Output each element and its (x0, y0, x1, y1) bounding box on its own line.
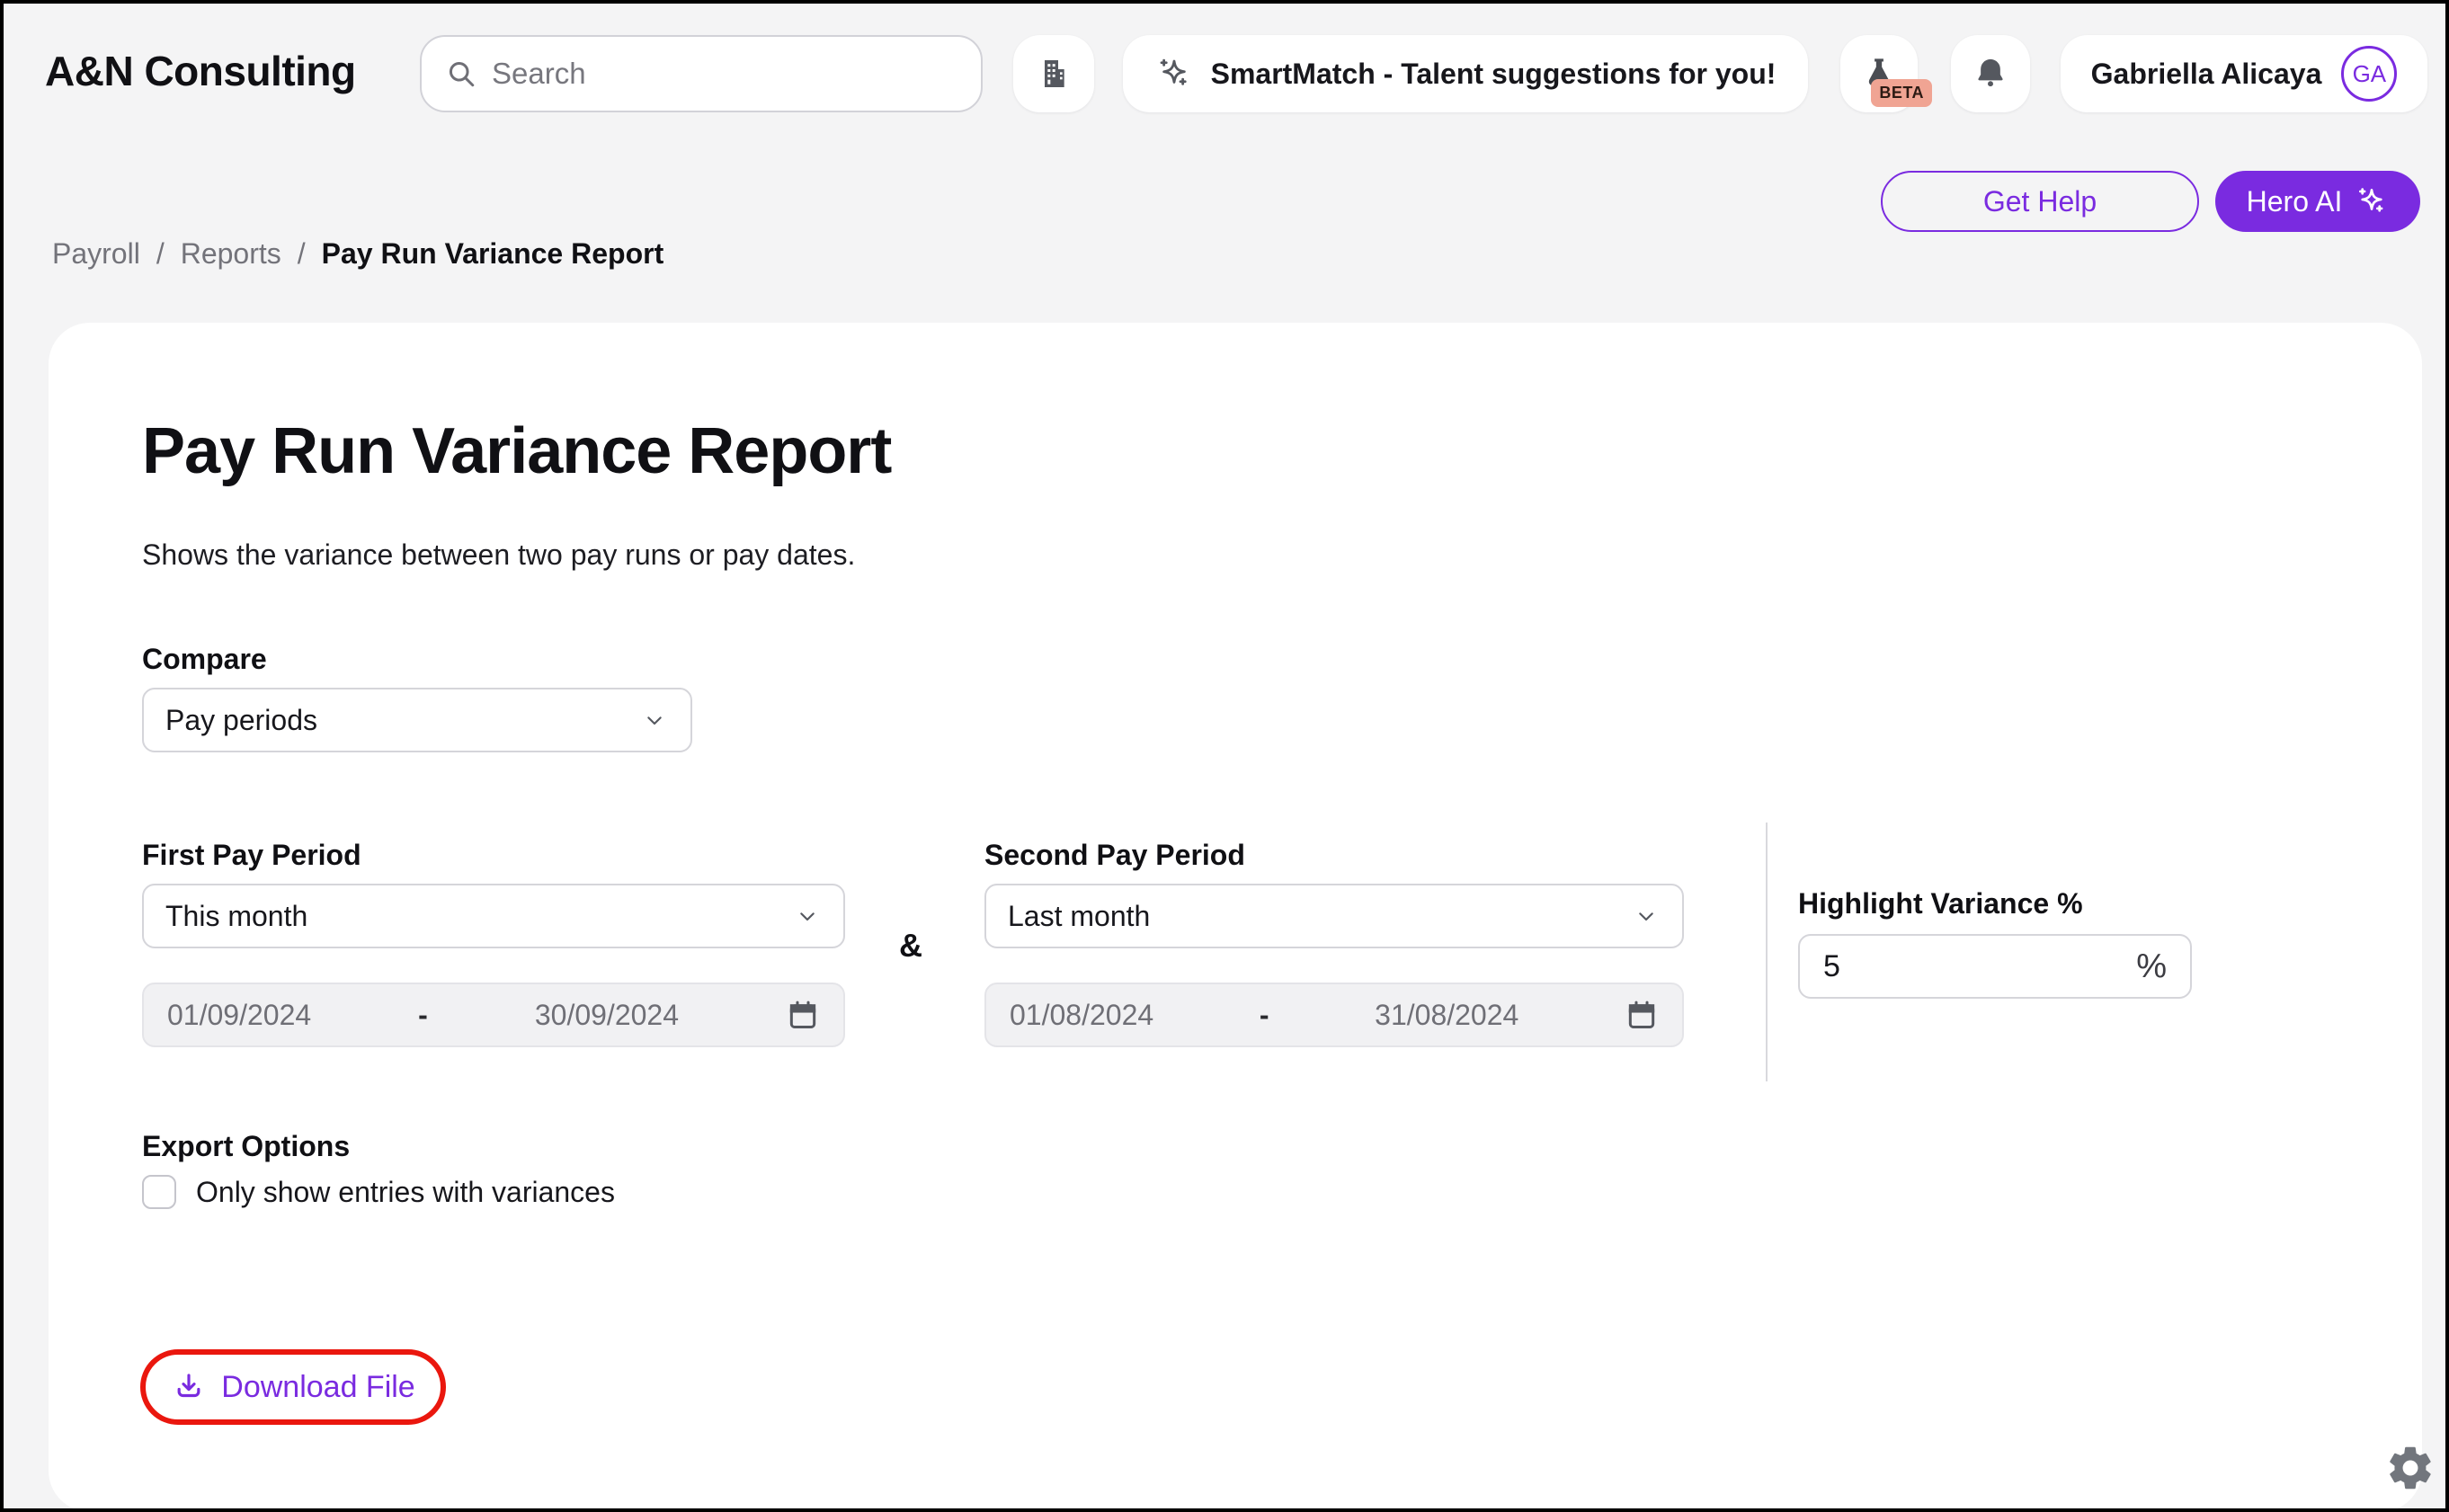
date-range-separator: - (418, 999, 428, 1032)
breadcrumb-separator: / (298, 237, 306, 271)
app-viewport: A&N Consulting (0, 0, 2449, 1512)
chevron-down-icon (640, 706, 669, 734)
first-period-select[interactable]: This month (142, 884, 845, 948)
chevron-down-icon (1632, 902, 1661, 930)
first-period-daterange[interactable]: 01/09/2024 - 30/09/2024 (142, 983, 845, 1047)
get-help-label: Get Help (1983, 185, 2097, 218)
compare-value: Pay periods (165, 704, 640, 737)
download-icon (171, 1369, 207, 1405)
second-period-value: Last month (1008, 900, 1632, 933)
sparkle-icon (1155, 55, 1193, 93)
search-input[interactable] (492, 57, 957, 91)
export-options-label: Export Options (142, 1130, 350, 1163)
smartmatch-banner[interactable]: SmartMatch - Talent suggestions for you! (1123, 35, 1808, 112)
company-logo: A&N Consulting (45, 47, 356, 95)
user-name: Gabriella Alicaya (2091, 58, 2322, 91)
compare-label: Compare (142, 643, 267, 676)
and-joiner: & (899, 927, 922, 965)
notifications-button[interactable] (1951, 35, 2030, 112)
date-range-separator: - (1260, 999, 1269, 1032)
user-menu[interactable]: Gabriella Alicaya GA (2061, 35, 2427, 112)
download-file-button[interactable]: Download File (171, 1369, 414, 1405)
highlight-variance-label: Highlight Variance % (1798, 887, 2083, 921)
sparkle-icon (2355, 184, 2389, 218)
gear-icon (2384, 1442, 2436, 1494)
beta-badge: BETA (1871, 79, 1932, 107)
second-period-daterange[interactable]: 01/08/2024 - 31/08/2024 (984, 983, 1684, 1047)
beta-labs-button[interactable]: BETA (1840, 35, 1918, 112)
annotation-red-ellipse: Download File (140, 1349, 446, 1425)
company-switcher-button[interactable] (1013, 35, 1094, 112)
get-help-button[interactable]: Get Help (1881, 171, 2199, 232)
second-period-end-date: 31/08/2024 (1375, 999, 1518, 1032)
page-title: Pay Run Variance Report (142, 414, 891, 488)
percent-suffix: % (2136, 947, 2167, 986)
chevron-down-icon (793, 902, 822, 930)
search-icon (445, 58, 477, 90)
report-card: Pay Run Variance Report Shows the varian… (49, 323, 2422, 1512)
variance-only-label: Only show entries with variances (196, 1176, 615, 1209)
highlight-variance-input[interactable] (1823, 949, 2093, 984)
first-period-end-date: 30/09/2024 (535, 999, 679, 1032)
highlight-variance-field: % (1798, 934, 2192, 999)
second-period-label: Second Pay Period (984, 839, 1245, 872)
page-description: Shows the variance between two pay runs … (142, 538, 855, 572)
second-period-select[interactable]: Last month (984, 884, 1684, 948)
building-icon (1036, 56, 1072, 92)
hero-ai-button[interactable]: Hero AI (2215, 171, 2420, 232)
download-file-label: Download File (221, 1370, 414, 1405)
breadcrumb-reports[interactable]: Reports (181, 237, 281, 271)
variance-only-option: Only show entries with variances (142, 1175, 615, 1209)
first-period-value: This month (165, 900, 793, 933)
second-period-start-date: 01/08/2024 (1010, 999, 1153, 1032)
search-field[interactable] (420, 35, 983, 112)
first-period-start-date: 01/09/2024 (167, 999, 311, 1032)
settings-button[interactable] (2384, 1442, 2436, 1494)
calendar-icon (786, 998, 820, 1032)
compare-select[interactable]: Pay periods (142, 688, 692, 752)
hero-ai-label: Hero AI (2247, 185, 2343, 218)
breadcrumb-payroll[interactable]: Payroll (52, 237, 140, 271)
smartmatch-label: SmartMatch - Talent suggestions for you! (1211, 58, 1777, 91)
section-divider (1766, 823, 1768, 1081)
first-period-label: First Pay Period (142, 839, 361, 872)
breadcrumb-current: Pay Run Variance Report (322, 237, 664, 271)
breadcrumb: Payroll / Reports / Pay Run Variance Rep… (52, 237, 663, 271)
breadcrumb-separator: / (156, 237, 165, 271)
calendar-icon (1625, 998, 1659, 1032)
avatar: GA (2341, 46, 2397, 102)
variance-only-checkbox[interactable] (142, 1175, 176, 1209)
bell-icon (1972, 55, 2009, 93)
